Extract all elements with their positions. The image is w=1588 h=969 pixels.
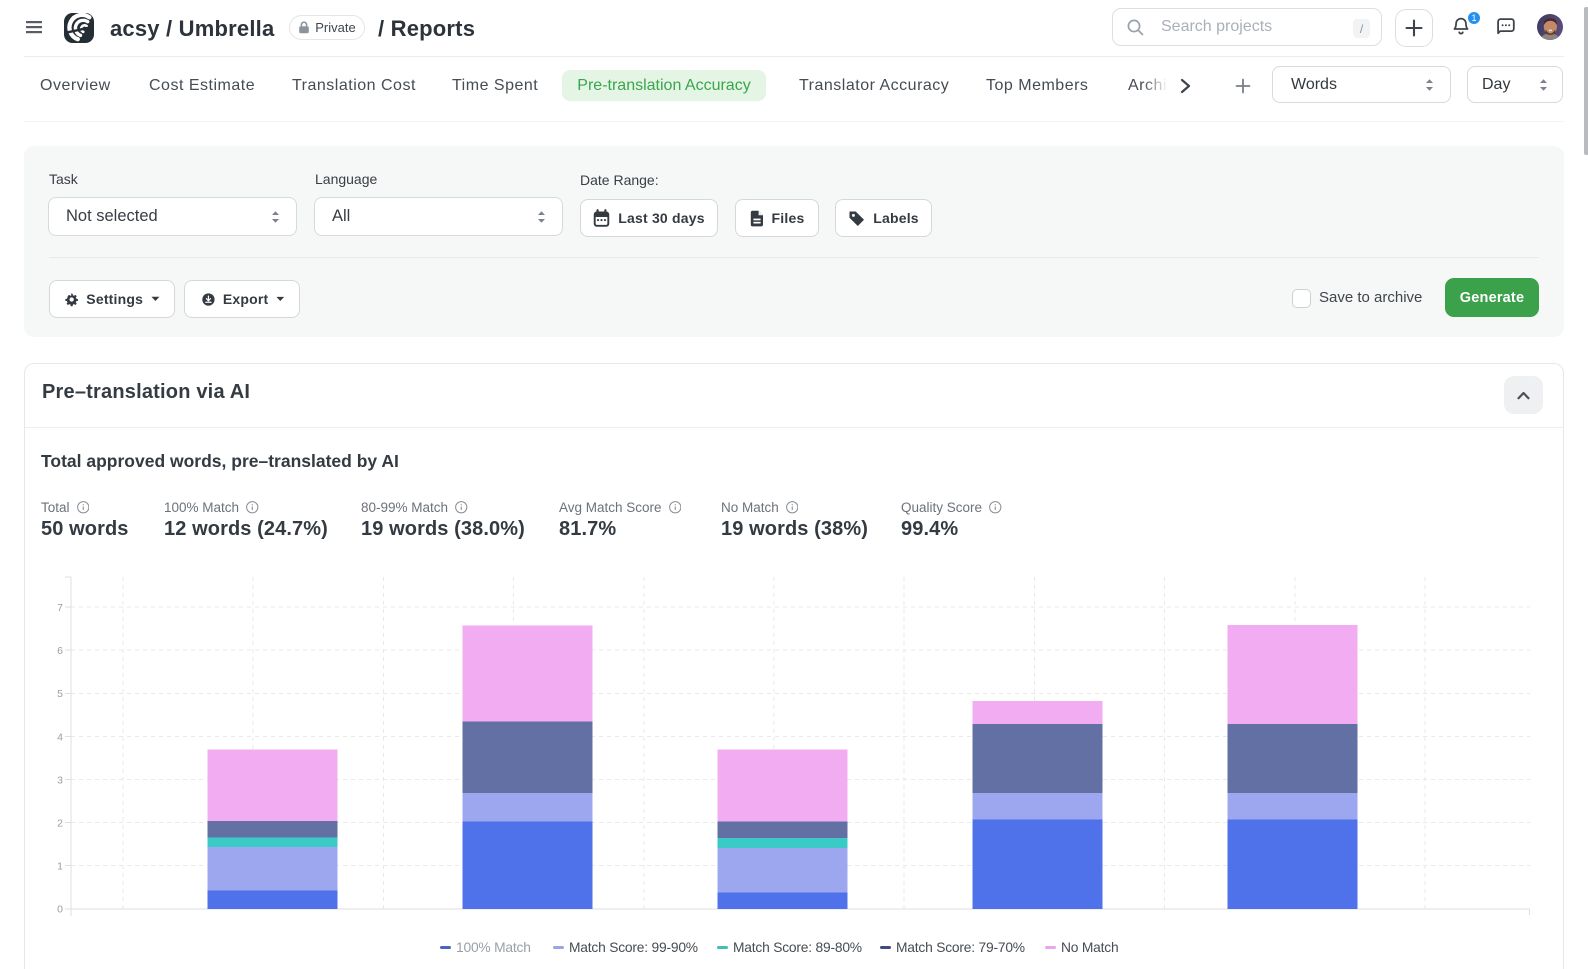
svg-text:7: 7	[57, 602, 63, 614]
svg-text:1: 1	[57, 861, 63, 873]
svg-text:4: 4	[57, 731, 63, 743]
svg-text:0: 0	[57, 904, 63, 916]
svg-text:3: 3	[57, 774, 63, 786]
svg-text:6: 6	[57, 645, 63, 657]
svg-text:5: 5	[57, 688, 63, 700]
svg-text:2: 2	[57, 818, 63, 830]
